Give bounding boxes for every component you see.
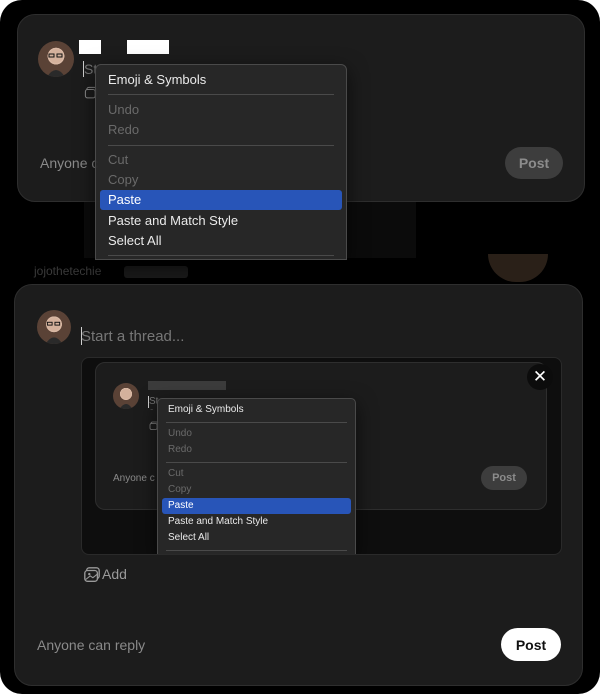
menu-separator	[108, 94, 334, 95]
menu-item-paste[interactable]: Paste	[100, 190, 342, 210]
redacted-username	[79, 40, 101, 54]
menu-item-cut: Cut	[168, 468, 184, 479]
redacted-username	[148, 381, 226, 390]
user-avatar-icon[interactable]	[38, 41, 74, 77]
background-badge	[124, 266, 188, 278]
menu-item-cut[interactable]: Cut	[100, 150, 342, 170]
reply-setting[interactable]: Anyone can reply	[37, 637, 145, 653]
user-avatar-icon	[113, 383, 139, 409]
menu-separator	[166, 422, 347, 423]
reply-setting[interactable]: Anyone c	[40, 155, 98, 171]
close-icon[interactable]: ✕	[527, 364, 553, 390]
menu-item-paste: Paste	[162, 498, 351, 514]
context-menu-inner: Emoji & Symbols Undo Redo Cut Copy Paste…	[157, 398, 356, 554]
context-menu-top: Emoji & Symbols Undo Redo Cut Copy Paste…	[95, 64, 347, 260]
inner-reply-setting: Anyone c	[113, 473, 155, 484]
menu-item-emoji[interactable]: Emoji & Symbols	[100, 70, 342, 90]
inner-post-button: Post	[481, 466, 527, 490]
composer-card-main: Start a thread... Start a thread... Anyo…	[14, 284, 583, 686]
add-media-label[interactable]: Add	[102, 566, 127, 582]
menu-item-redo[interactable]: Redo	[100, 120, 342, 140]
photo-gallery-icon[interactable]	[83, 566, 101, 584]
menu-separator	[166, 550, 347, 551]
menu-item-undo: Undo	[168, 428, 192, 439]
post-button[interactable]: Post	[501, 628, 561, 661]
menu-item-paste-match-style[interactable]: Paste and Match Style	[100, 211, 342, 231]
menu-item-select-all[interactable]: Select All	[100, 231, 342, 251]
menu-separator	[108, 145, 334, 146]
menu-separator	[108, 255, 334, 256]
background-username: jojothetechie	[34, 264, 102, 278]
menu-item-redo: Redo	[168, 444, 192, 455]
background-avatar	[488, 254, 548, 282]
thread-placeholder[interactable]: Start a thread...	[81, 328, 184, 345]
menu-item-undo[interactable]: Undo	[100, 100, 342, 120]
menu-item-emoji: Emoji & Symbols	[168, 404, 244, 415]
screenshot-frame: jojothetechie Start a thread... Anyone c…	[0, 0, 600, 694]
menu-item-copy: Copy	[168, 484, 192, 495]
menu-item-copy[interactable]: Copy	[100, 170, 342, 190]
user-avatar-icon[interactable]	[37, 310, 71, 344]
menu-item-select-all: Select All	[168, 532, 210, 543]
menu-separator	[166, 462, 347, 463]
attached-image: Start a thread... Anyone c Post Emoji & …	[81, 357, 562, 555]
menu-item-paste-match-style: Paste and Match Style	[168, 516, 269, 527]
redacted-username-2	[127, 40, 169, 54]
post-button[interactable]: Post	[505, 147, 563, 179]
